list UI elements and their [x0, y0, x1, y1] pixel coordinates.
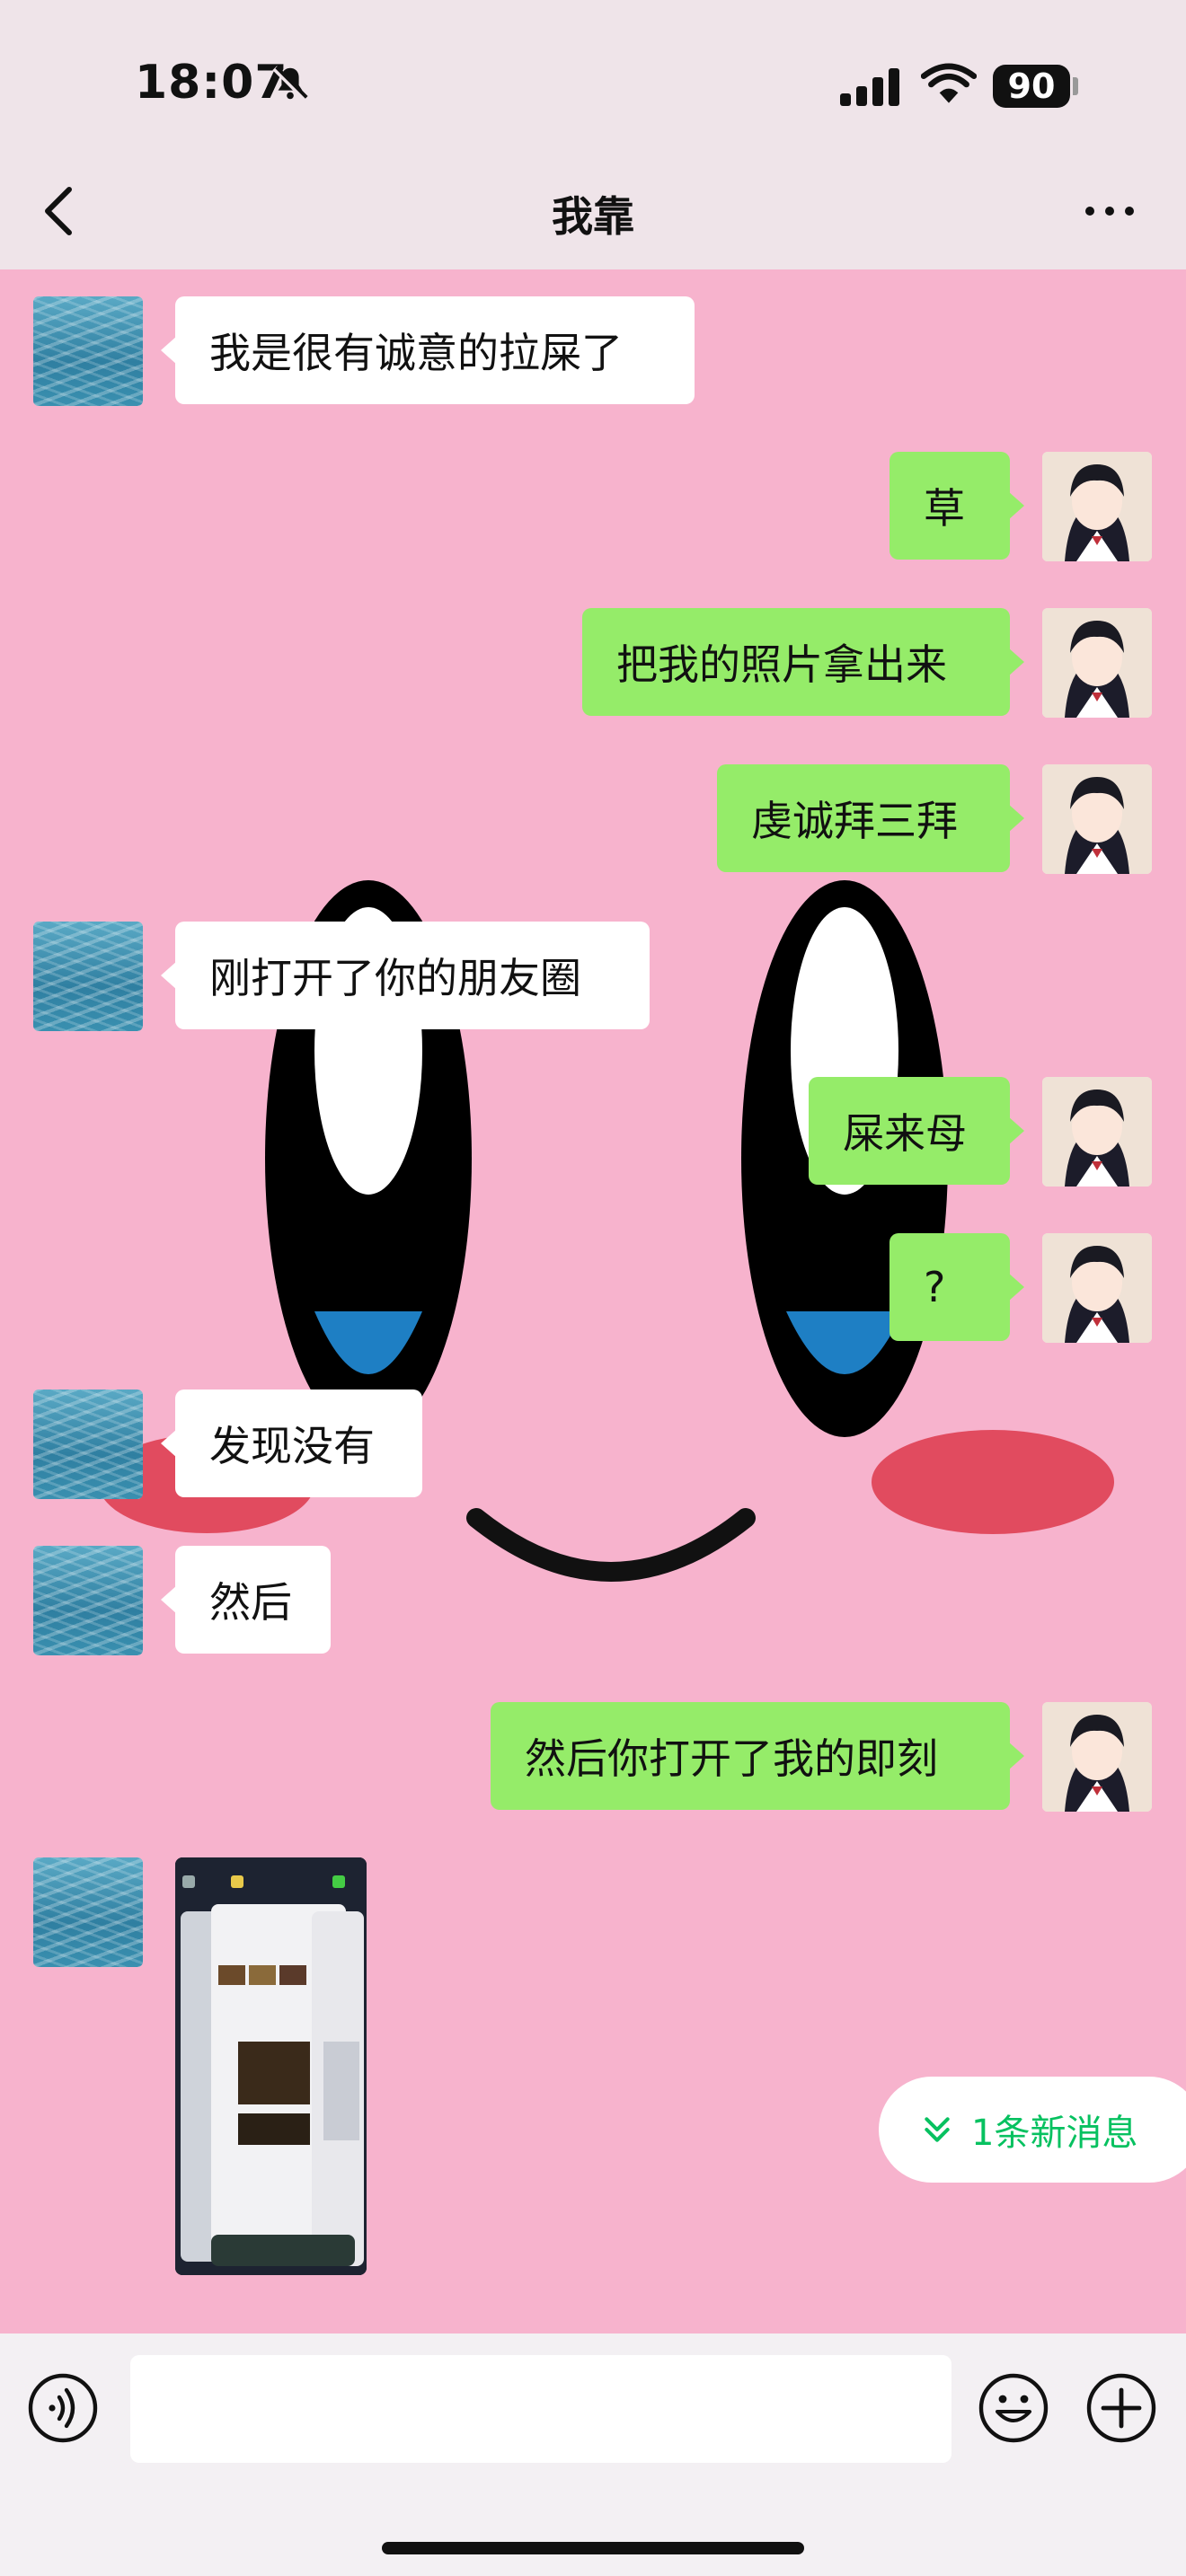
- battery-indicator: 90: [993, 65, 1070, 108]
- anime-girl-avatar-icon: [1042, 1702, 1152, 1812]
- emoji-icon[interactable]: [978, 2372, 1049, 2444]
- screenshot-thumbnail-icon: [175, 1857, 367, 2275]
- outgoing-message[interactable]: 把我的照片拿出来: [582, 608, 1024, 716]
- status-time: 18:07: [135, 56, 288, 110]
- anime-girl-avatar-icon: [1042, 1077, 1152, 1187]
- anime-girl-avatar-icon: [1042, 1233, 1152, 1343]
- anime-girl-avatar-icon: [1042, 608, 1152, 718]
- input-bar: [0, 2333, 1186, 2576]
- plus-icon[interactable]: [1085, 2372, 1157, 2444]
- outgoing-message[interactable]: ?: [890, 1233, 1024, 1341]
- home-indicator[interactable]: [382, 2542, 804, 2554]
- incoming-message[interactable]: 刚打开了你的朋友圈: [161, 922, 650, 1029]
- my-avatar[interactable]: [1042, 608, 1152, 718]
- contact-avatar[interactable]: [33, 296, 143, 406]
- contact-avatar[interactable]: [33, 1546, 143, 1655]
- contact-avatar[interactable]: [33, 1857, 143, 1967]
- contact-avatar[interactable]: [33, 1389, 143, 1499]
- voice-input-icon[interactable]: [27, 2372, 99, 2444]
- anime-girl-avatar-icon: [1042, 452, 1152, 561]
- chat-title: 我靠: [552, 192, 634, 241]
- anime-girl-avatar-icon: [1042, 764, 1152, 874]
- new-message-label: 1条新消息: [971, 2113, 1138, 2154]
- incoming-message[interactable]: 发现没有: [161, 1389, 422, 1497]
- wifi-icon: [921, 63, 977, 103]
- double-chevron-down-icon: [925, 2117, 950, 2142]
- my-avatar[interactable]: [1042, 764, 1152, 874]
- contact-avatar[interactable]: [33, 922, 143, 1031]
- my-avatar[interactable]: [1042, 1233, 1152, 1343]
- cellular-signal-icon: [840, 68, 899, 106]
- my-avatar[interactable]: [1042, 452, 1152, 561]
- outgoing-message[interactable]: 屎来母: [809, 1077, 1024, 1185]
- incoming-message[interactable]: 然后: [161, 1546, 331, 1654]
- image-message-screenshot[interactable]: [175, 1857, 367, 2275]
- outgoing-message[interactable]: 草: [890, 452, 1024, 560]
- my-avatar[interactable]: [1042, 1702, 1152, 1812]
- mute-bell-icon: [272, 66, 308, 101]
- top-bar: 18:07 90 我靠: [0, 0, 1186, 269]
- outgoing-message[interactable]: 虔诚拜三拜: [717, 764, 1024, 872]
- my-avatar[interactable]: [1042, 1077, 1152, 1187]
- battery-cap: [1073, 77, 1078, 95]
- outgoing-message[interactable]: 然后你打开了我的即刻: [491, 1702, 1024, 1810]
- incoming-message[interactable]: 我是很有诚意的拉屎了: [161, 296, 695, 404]
- new-message-pill[interactable]: 1条新消息: [879, 2077, 1186, 2183]
- more-options-icon[interactable]: [1083, 202, 1137, 220]
- message-input[interactable]: [130, 2355, 951, 2463]
